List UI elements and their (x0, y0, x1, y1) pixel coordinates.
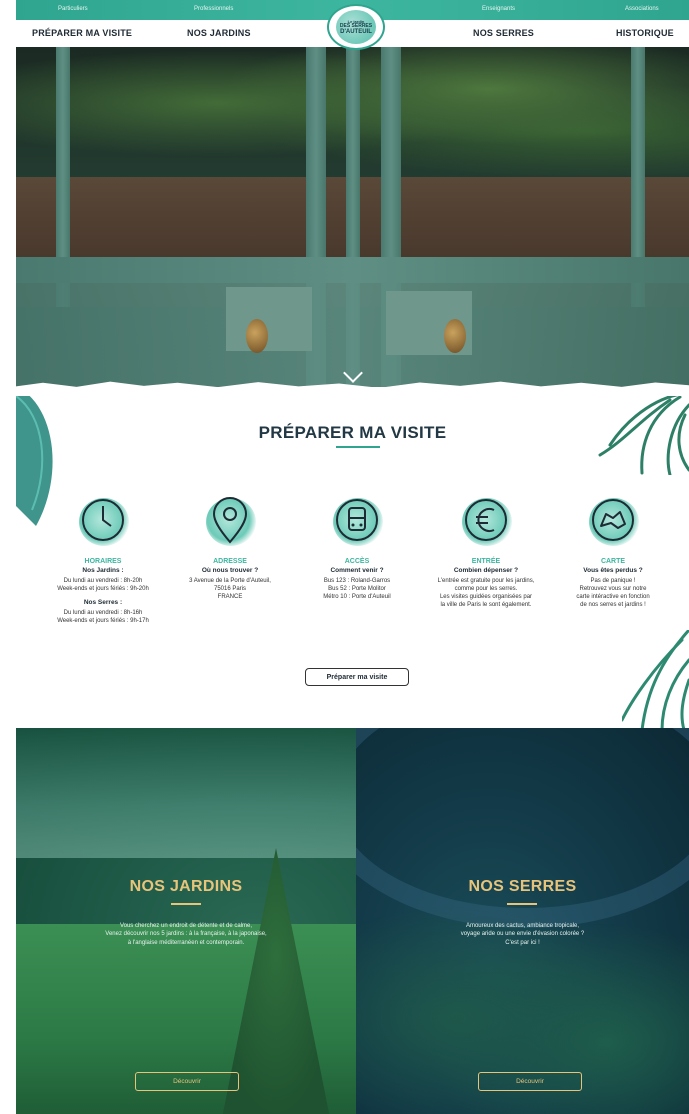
panel-jardins-title: NOS JARDINS (129, 878, 243, 895)
prepare-visit-button[interactable]: Préparer ma visite (305, 668, 409, 686)
panel-jardins-text-line: Vous cherchez un endroit de détente et d… (119, 923, 253, 929)
feature-acces: ACCÈS Comment venir ? Bus 123 : Roland-G… (292, 490, 422, 601)
feature-line: Du lundi au vendredi : 8h-20h (63, 578, 143, 584)
feature-title: ENTRÉE (471, 558, 501, 565)
panel-serres-text-line: voyage aride ou une envie d'évasion colo… (460, 931, 585, 938)
feature-subtitle: Combien dépenser ? (453, 567, 519, 574)
feature-line: la ville de Paris le sont également. (440, 602, 532, 609)
feature-adresse: ADRESSE Où nous trouver ? 3 Avenue de la… (165, 490, 295, 601)
door-knob (246, 319, 268, 353)
feature-subtitle: Nos Jardins : (82, 567, 124, 574)
feature-line: L'entrée est gratuite pour les jardins, (437, 578, 535, 584)
feature-line: FRANCE (217, 594, 243, 601)
panel-jardins-underline (171, 903, 201, 905)
nav-item-jardins[interactable]: NOS JARDINS (187, 28, 251, 38)
feature-line: Week-ends et jours fériés : 9h-17h (57, 618, 149, 625)
feature-line: carte intéractive en fonction (576, 594, 650, 601)
feature-title: ADRESSE (213, 558, 247, 565)
discover-serres-button[interactable]: Découvrir (478, 1072, 582, 1091)
door-knob (444, 319, 466, 353)
feature-line: Les visites guidées organisées par (439, 594, 533, 601)
site-logo[interactable]: Le jardin DES SERRES D'AUTEUIL (327, 4, 385, 50)
feature-line: Week-ends et jours fériés : 9h-20h (57, 586, 149, 593)
feature-subtitle: Où nous trouver ? (201, 567, 259, 574)
location-pin-icon (200, 490, 260, 550)
audience-link-particuliers[interactable]: Particuliers (58, 6, 88, 12)
panel-serres-text-line: Amoureux des cactus, ambiance tropicale, (465, 923, 580, 929)
discover-jardins-button[interactable]: Découvrir (135, 1072, 239, 1091)
palm-decoration-right-bottom (622, 630, 689, 730)
audience-link-professionnels[interactable]: Professionnels (194, 6, 233, 12)
nav-item-serres[interactable]: NOS SERRES (473, 28, 534, 38)
title-underline (336, 446, 380, 448)
bus-icon (327, 490, 387, 550)
panel-serres[interactable]: NOS SERRES Amoureux des cactus, ambiance… (356, 728, 689, 1114)
feature-line: Bus 123 : Roland-Garros (323, 578, 391, 584)
feature-line: Métro 10 : Porte d'Auteuil (323, 594, 391, 601)
feature-line: Pas de panique ! (590, 578, 636, 584)
nav-item-preparer[interactable]: PRÉPARER MA VISITE (32, 28, 132, 38)
feature-line: de nos serres et jardins ! (580, 602, 646, 609)
euro-icon (456, 490, 516, 550)
feature-carte: CARTE Vous êtes perdus ? Pas de panique … (548, 490, 678, 609)
panel-serres-underline (507, 903, 537, 905)
feature-line: Retrouvez vous sur notre (579, 586, 647, 593)
feature-title: ACCÈS (344, 558, 370, 565)
nav-item-historique[interactable]: HISTORIQUE (616, 28, 674, 38)
door-rail (16, 257, 689, 283)
panel-serres-text: Amoureux des cactus, ambiance tropicale,… (356, 922, 689, 947)
feature-subtitle: Nos Serres : (83, 599, 123, 607)
feature-subtitle: Vous êtes perdus ? (583, 567, 643, 574)
panel-jardins-text: Vous cherchez un endroit de détente et d… (16, 922, 356, 947)
feature-line: Du lundi au vendredi : 8h-16h (63, 610, 143, 617)
panel-jardins-text-line: à l'anglaise méditerranéen et contempora… (127, 939, 245, 946)
panel-jardins-text-line: Venez découvrir nos 5 jardins : à la fra… (105, 931, 267, 938)
audience-link-associations[interactable]: Associations (625, 6, 659, 12)
hero-image (16, 47, 689, 387)
map-icon (583, 490, 643, 550)
audience-link-enseignants[interactable]: Enseignants (482, 6, 515, 12)
feature-line: 75016 Paris (213, 586, 247, 593)
feature-title: CARTE (600, 558, 626, 565)
feature-horaires: HORAIRES Nos Jardins : Du lundi au vendr… (38, 490, 168, 625)
clock-icon (73, 490, 133, 550)
feature-title: HORAIRES (84, 558, 122, 565)
feature-subtitle: Comment venir ? (330, 567, 384, 574)
feature-entree: ENTRÉE Combien dépenser ? L'entrée est g… (421, 490, 551, 609)
panel-serres-title: NOS SERRES (468, 878, 577, 895)
panel-jardins[interactable]: NOS JARDINS Vous cherchez un endroit de … (16, 728, 356, 1114)
logo-line-3: D'AUTEUIL (340, 28, 372, 35)
panel-jardins-sky (16, 728, 356, 858)
feature-line: Bus 52 : Porte Molitor (328, 586, 386, 593)
door-lock-plate (226, 287, 312, 351)
feature-line: comme pour les serres. (454, 586, 518, 593)
feature-line: 3 Avenue de la Porte d'Auteuil, (189, 578, 271, 584)
panel-serres-text-line: C'est par ici ! (505, 939, 540, 946)
section-title: PRÉPARER MA VISITE (258, 423, 447, 442)
